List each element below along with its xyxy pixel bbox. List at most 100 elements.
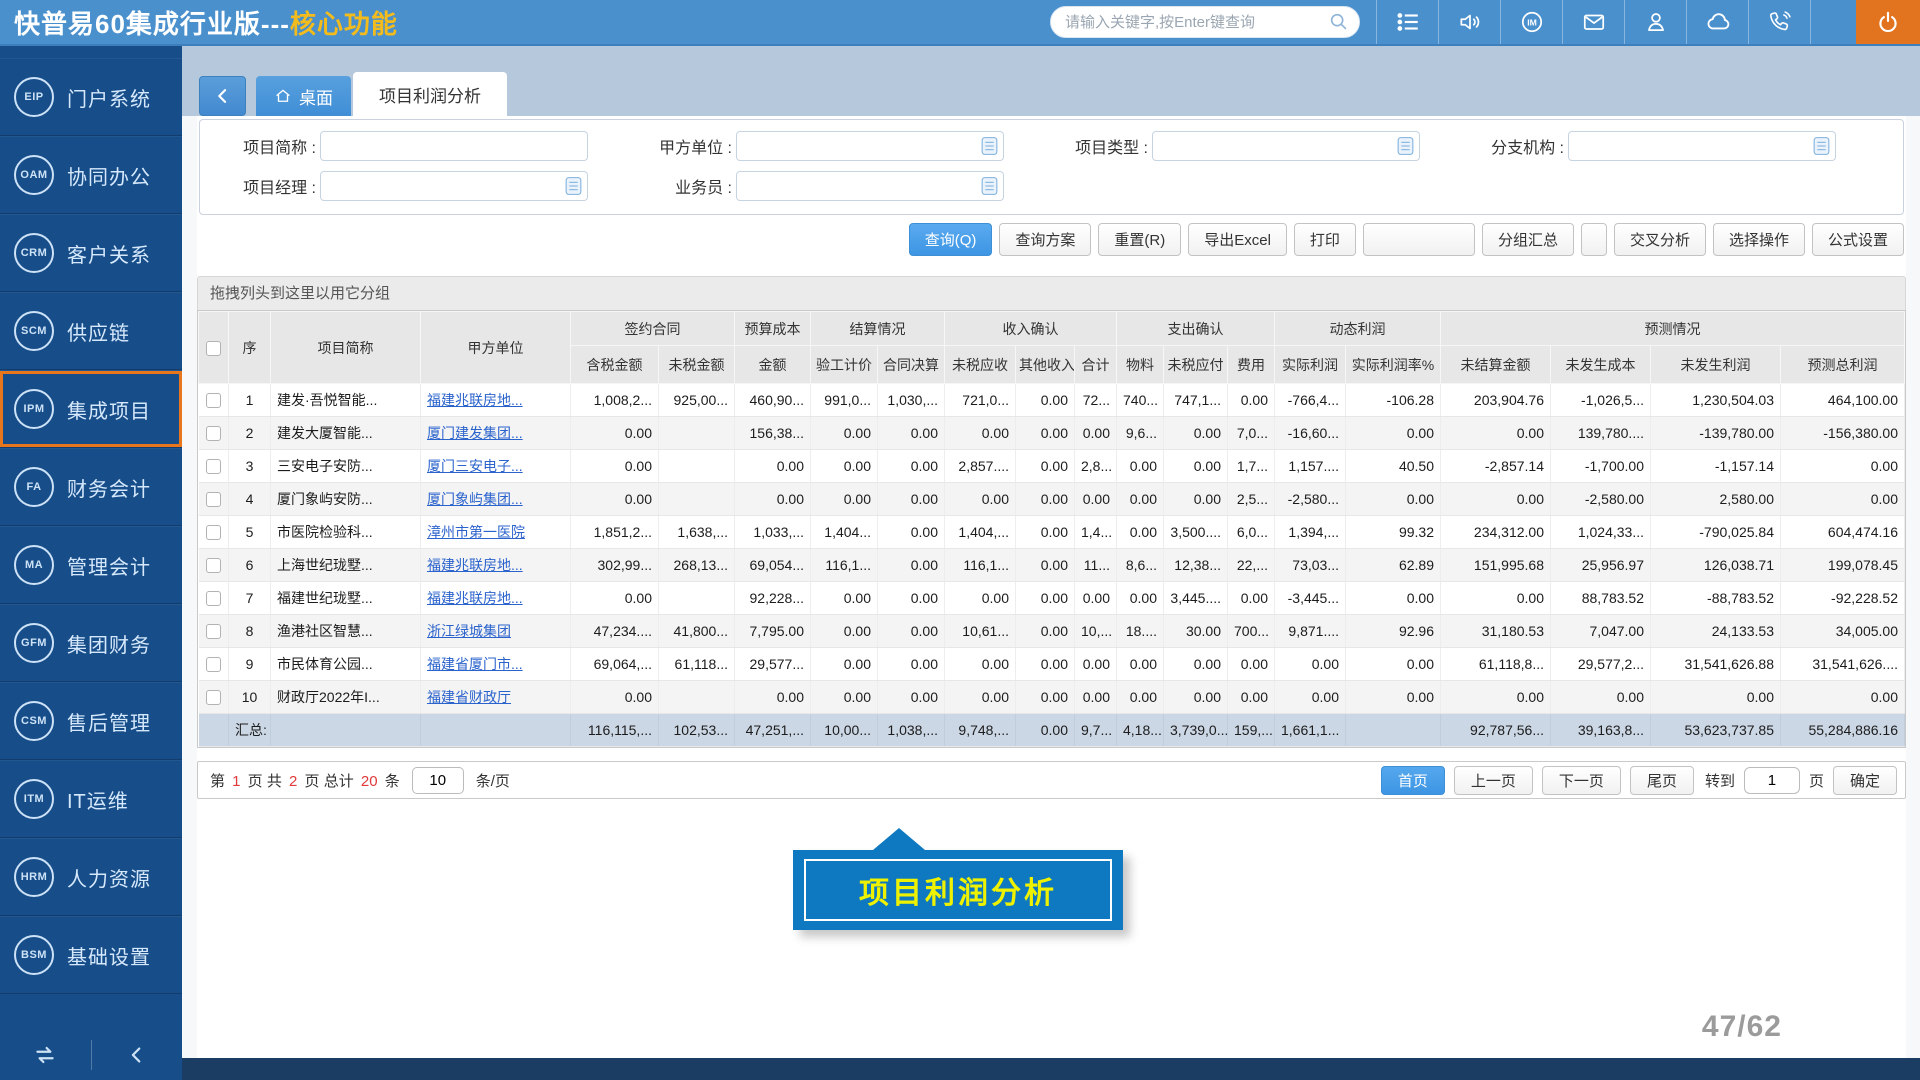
menu-list-icon[interactable]	[1376, 0, 1438, 44]
client-link[interactable]: 福建兆联房地...	[427, 590, 523, 606]
client-link[interactable]: 厦门象屿集团...	[427, 491, 523, 507]
row-checkbox[interactable]	[206, 426, 221, 441]
tab-desktop[interactable]: 桌面	[256, 76, 351, 116]
client-link[interactable]: 浙江绿城集团	[427, 623, 511, 639]
row-checkbox[interactable]	[206, 459, 221, 474]
cloud-icon[interactable]	[1686, 0, 1748, 44]
im-icon[interactable]: IM	[1500, 0, 1562, 44]
picker-icon[interactable]	[979, 135, 1000, 157]
sidebar-item-eip[interactable]: EIP门户系统	[0, 58, 182, 136]
column-header[interactable]: 金额	[735, 346, 811, 384]
client-link[interactable]: 福建兆联房地...	[427, 557, 523, 573]
formula-settings-button[interactable]: 公式设置	[1812, 223, 1904, 256]
table-row[interactable]: 6上海世纪珑墅...福建兆联房地...302,99...268,13...69,…	[199, 549, 1905, 582]
client-link[interactable]: 福建省财政厅	[427, 689, 511, 705]
column-header[interactable]: 合计	[1075, 346, 1117, 384]
picker-icon[interactable]	[1811, 135, 1832, 157]
project-type-input[interactable]	[1152, 131, 1420, 161]
project-manager-input[interactable]	[320, 171, 588, 201]
search-icon[interactable]	[1328, 11, 1350, 38]
column-header[interactable]: 费用	[1228, 346, 1275, 384]
sidebar-item-itm[interactable]: ITMIT运维	[0, 760, 182, 838]
sidebar-item-oam[interactable]: OAM协同办公	[0, 136, 182, 214]
client-link[interactable]: 厦门三安电子...	[427, 458, 523, 474]
row-checkbox[interactable]	[206, 624, 221, 639]
table-row[interactable]: 1建发·吾悦智能...福建兆联房地...1,008,2...925,00...4…	[199, 384, 1905, 417]
sidebar-item-scm[interactable]: SCM供应链	[0, 292, 182, 370]
column-header[interactable]: 未发生成本	[1551, 346, 1651, 384]
column-header[interactable]: 甲方单位	[421, 312, 571, 384]
sidebar-item-csm[interactable]: CSM售后管理	[0, 682, 182, 760]
first-page-button[interactable]: 首页	[1381, 766, 1445, 795]
phone-icon[interactable]	[1748, 0, 1810, 44]
table-row[interactable]: 3三安电子安防...厦门三安电子...0.000.000.000.002,857…	[199, 450, 1905, 483]
search-input[interactable]	[1050, 6, 1360, 38]
tab-profit-analysis[interactable]: 项目利润分析	[353, 72, 507, 116]
row-checkbox[interactable]	[206, 558, 221, 573]
table-row[interactable]: 8渔港社区智慧...浙江绿城集团47,234....41,800...7,795…	[199, 615, 1905, 648]
client-link[interactable]: 漳州市第一医院	[427, 524, 525, 540]
row-checkbox[interactable]	[206, 492, 221, 507]
column-group-header[interactable]: 预测情况	[1441, 312, 1905, 346]
sidebar-item-bsm[interactable]: BSM基础设置	[0, 916, 182, 994]
project-name-input[interactable]	[320, 131, 588, 161]
query-plan-button[interactable]: 查询方案	[999, 223, 1091, 256]
table-row[interactable]: 9市民体育公园...福建省厦门市...69,064,...61,118...29…	[199, 648, 1905, 681]
column-header[interactable]: 未税金额	[659, 346, 735, 384]
column-header[interactable]: 物料	[1117, 346, 1164, 384]
select-operation-button[interactable]: 选择操作	[1713, 223, 1805, 256]
branch-org-input[interactable]	[1568, 131, 1836, 161]
goto-page-input[interactable]	[1744, 767, 1800, 794]
column-header[interactable]: 实际利润率%	[1346, 346, 1441, 384]
mail-icon[interactable]	[1562, 0, 1624, 44]
client-link[interactable]: 福建省厦门市...	[427, 656, 523, 672]
column-header[interactable]: 未发生利润	[1651, 346, 1781, 384]
reset-button[interactable]: 重置(R)	[1098, 223, 1181, 256]
table-row[interactable]: 4厦门象屿安防...厦门象屿集团...0.000.000.000.000.000…	[199, 483, 1905, 516]
group-summary-button[interactable]: 分组汇总	[1482, 223, 1574, 256]
column-header[interactable]: 预测总利润	[1781, 346, 1905, 384]
column-header[interactable]: 未税应付	[1164, 346, 1228, 384]
print-button[interactable]: 打印	[1294, 223, 1356, 256]
speaker-icon[interactable]	[1438, 0, 1500, 44]
table-row[interactable]: 2建发大厦智能...厦门建发集团...0.00156,38...0.000.00…	[199, 417, 1905, 450]
column-header[interactable]: 未结算金额	[1441, 346, 1551, 384]
column-header[interactable]: 其他收入	[1016, 346, 1075, 384]
column-header[interactable]: 项目简称	[271, 312, 421, 384]
column-group-header[interactable]: 收入确认	[945, 312, 1117, 346]
back-button[interactable]	[199, 76, 246, 116]
select-all-checkbox[interactable]	[206, 341, 221, 356]
sidebar-item-fa[interactable]: FA财务会计	[0, 448, 182, 526]
global-search[interactable]	[1050, 6, 1360, 38]
prev-page-button[interactable]: 上一页	[1454, 766, 1533, 795]
table-row[interactable]: 5市医院检验科...漳州市第一医院1,851,2...1,638,...1,03…	[199, 516, 1905, 549]
column-group-header[interactable]: 动态利润	[1275, 312, 1441, 346]
picker-icon[interactable]	[1395, 135, 1416, 157]
client-unit-input[interactable]	[736, 131, 1004, 161]
next-page-button[interactable]: 下一页	[1542, 766, 1621, 795]
table-row[interactable]: 10财政厅2022年I...福建省财政厅0.000.000.000.000.00…	[199, 681, 1905, 714]
user-icon[interactable]	[1624, 0, 1686, 44]
page-size-input[interactable]	[412, 767, 464, 794]
picker-icon[interactable]	[563, 175, 584, 197]
sidebar-item-hrm[interactable]: HRM人力资源	[0, 838, 182, 916]
swap-arrows-icon[interactable]	[0, 1040, 91, 1070]
salesman-input[interactable]	[736, 171, 1004, 201]
column-group-header[interactable]: 预算成本	[735, 312, 811, 346]
column-group-header[interactable]: 签约合同	[571, 312, 735, 346]
cross-analysis-button[interactable]: 交叉分析	[1614, 223, 1706, 256]
column-header[interactable]: 实际利润	[1275, 346, 1346, 384]
query-button[interactable]: 查询(Q)	[909, 223, 993, 256]
export-excel-button[interactable]: 导出Excel	[1188, 223, 1287, 256]
sidebar-item-gfm[interactable]: GFM集团财务	[0, 604, 182, 682]
table-row[interactable]: 7福建世纪珑墅...福建兆联房地...0.0092,228...0.000.00…	[199, 582, 1905, 615]
column-header[interactable]: 验工计价	[811, 346, 878, 384]
column-group-header[interactable]: 结算情况	[811, 312, 945, 346]
column-group-header[interactable]: 支出确认	[1117, 312, 1275, 346]
column-header[interactable]: 合同决算	[878, 346, 945, 384]
row-checkbox[interactable]	[206, 690, 221, 705]
power-icon[interactable]	[1856, 0, 1920, 44]
sidebar-item-ipm[interactable]: IPM集成项目	[0, 370, 182, 448]
last-page-button[interactable]: 尾页	[1630, 766, 1694, 795]
blank-button[interactable]	[1363, 223, 1475, 256]
